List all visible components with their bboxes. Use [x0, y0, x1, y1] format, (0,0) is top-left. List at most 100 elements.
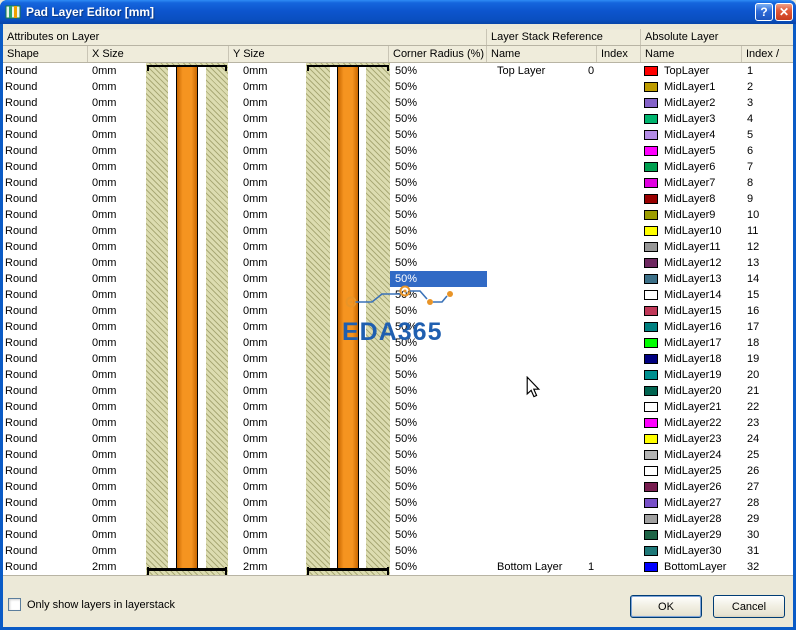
- layer-color-swatch[interactable]: [644, 514, 658, 524]
- cell-y-size[interactable]: 0mm: [243, 287, 301, 303]
- layer-color-swatch[interactable]: [644, 434, 658, 444]
- cell-corner-radius[interactable]: 50%: [390, 95, 487, 111]
- cell-x-size[interactable]: 0mm: [92, 351, 142, 367]
- cell-shape[interactable]: Round: [5, 319, 85, 335]
- cell-x-size[interactable]: 0mm: [92, 287, 142, 303]
- ok-button[interactable]: OK: [630, 595, 702, 618]
- table-row[interactable]: Round 0mm 0mm 50% MidLayer26 27: [3, 479, 793, 495]
- table-row[interactable]: Round 0mm 0mm 50% Top Layer 0 TopLayer 1: [3, 63, 793, 79]
- cell-y-size[interactable]: 0mm: [243, 143, 301, 159]
- layer-color-swatch[interactable]: [644, 178, 658, 188]
- cell-y-size[interactable]: 2mm: [243, 559, 301, 575]
- layer-color-swatch[interactable]: [644, 370, 658, 380]
- cell-x-size[interactable]: 0mm: [92, 143, 142, 159]
- cell-corner-radius[interactable]: 50%: [390, 223, 487, 239]
- cell-corner-radius[interactable]: 50%: [390, 543, 487, 559]
- table-row[interactable]: Round 0mm 0mm 50% MidLayer8 9: [3, 191, 793, 207]
- cell-y-size[interactable]: 0mm: [243, 431, 301, 447]
- cell-y-size[interactable]: 0mm: [243, 511, 301, 527]
- cell-x-size[interactable]: 0mm: [92, 383, 142, 399]
- layer-color-swatch[interactable]: [644, 66, 658, 76]
- layer-color-swatch[interactable]: [644, 338, 658, 348]
- layer-color-swatch[interactable]: [644, 258, 658, 268]
- layer-color-swatch[interactable]: [644, 530, 658, 540]
- cell-corner-radius[interactable]: 50%: [390, 559, 487, 575]
- column-header-stack-index[interactable]: Index: [597, 46, 641, 62]
- cell-corner-radius[interactable]: 50%: [390, 79, 487, 95]
- layer-color-swatch[interactable]: [644, 402, 658, 412]
- cell-shape[interactable]: Round: [5, 543, 85, 559]
- table-row[interactable]: Round 0mm 0mm 50% MidLayer5 6: [3, 143, 793, 159]
- cell-x-size[interactable]: 0mm: [92, 447, 142, 463]
- cell-y-size[interactable]: 0mm: [243, 543, 301, 559]
- table-row[interactable]: Round 0mm 0mm 50% MidLayer12 13: [3, 255, 793, 271]
- cell-x-size[interactable]: 0mm: [92, 463, 142, 479]
- cell-shape[interactable]: Round: [5, 287, 85, 303]
- close-button[interactable]: ✕: [775, 3, 793, 21]
- cell-corner-radius[interactable]: 50%: [390, 271, 487, 287]
- table-row[interactable]: Round 2mm 2mm 50% Bottom Layer 1 BottomLayer 32: [3, 559, 793, 575]
- cell-shape[interactable]: Round: [5, 207, 85, 223]
- layer-color-swatch[interactable]: [644, 274, 658, 284]
- cell-shape[interactable]: Round: [5, 447, 85, 463]
- cell-y-size[interactable]: 0mm: [243, 367, 301, 383]
- only-show-layers-checkbox[interactable]: Only show layers in layerstack: [8, 598, 175, 611]
- cell-corner-radius[interactable]: 50%: [390, 415, 487, 431]
- table-row[interactable]: Round 0mm 0mm 50% MidLayer25 26: [3, 463, 793, 479]
- table-row[interactable]: Round 0mm 0mm 50% MidLayer18 19: [3, 351, 793, 367]
- cell-corner-radius[interactable]: 50%: [390, 383, 487, 399]
- cell-x-size[interactable]: 0mm: [92, 63, 142, 79]
- table-row[interactable]: Round 0mm 0mm 50% MidLayer4 5: [3, 127, 793, 143]
- cell-x-size[interactable]: 0mm: [92, 415, 142, 431]
- cell-x-size[interactable]: 0mm: [92, 431, 142, 447]
- cell-y-size[interactable]: 0mm: [243, 207, 301, 223]
- cell-x-size[interactable]: 0mm: [92, 495, 142, 511]
- cell-corner-radius[interactable]: 50%: [390, 191, 487, 207]
- cancel-button[interactable]: Cancel: [713, 595, 785, 618]
- layer-color-swatch[interactable]: [644, 450, 658, 460]
- cell-corner-radius[interactable]: 50%: [390, 255, 487, 271]
- cell-x-size[interactable]: 0mm: [92, 399, 142, 415]
- cell-x-size[interactable]: 2mm: [92, 559, 142, 575]
- table-row[interactable]: Round 0mm 0mm 50% MidLayer7 8: [3, 175, 793, 191]
- cell-x-size[interactable]: 0mm: [92, 367, 142, 383]
- cell-x-size[interactable]: 0mm: [92, 271, 142, 287]
- cell-corner-radius[interactable]: 50%: [390, 319, 487, 335]
- layer-color-swatch[interactable]: [644, 242, 658, 252]
- cell-shape[interactable]: Round: [5, 431, 85, 447]
- cell-corner-radius[interactable]: 50%: [390, 63, 487, 79]
- cell-y-size[interactable]: 0mm: [243, 95, 301, 111]
- cell-y-size[interactable]: 0mm: [243, 415, 301, 431]
- cell-x-size[interactable]: 0mm: [92, 527, 142, 543]
- cell-corner-radius[interactable]: 50%: [390, 527, 487, 543]
- table-row[interactable]: Round 0mm 0mm 50% MidLayer2 3: [3, 95, 793, 111]
- layer-color-swatch[interactable]: [644, 82, 658, 92]
- layer-color-swatch[interactable]: [644, 482, 658, 492]
- cell-shape[interactable]: Round: [5, 383, 85, 399]
- layer-color-swatch[interactable]: [644, 194, 658, 204]
- cell-corner-radius[interactable]: 50%: [390, 447, 487, 463]
- cell-x-size[interactable]: 0mm: [92, 255, 142, 271]
- cell-y-size[interactable]: 0mm: [243, 271, 301, 287]
- cell-x-size[interactable]: 0mm: [92, 335, 142, 351]
- column-header-stack-name[interactable]: Name: [487, 46, 597, 62]
- cell-y-size[interactable]: 0mm: [243, 303, 301, 319]
- cell-shape[interactable]: Round: [5, 367, 85, 383]
- table-row[interactable]: Round 0mm 0mm 50% MidLayer20 21: [3, 383, 793, 399]
- cell-corner-radius[interactable]: 50%: [390, 127, 487, 143]
- cell-corner-radius[interactable]: 50%: [390, 111, 487, 127]
- cell-x-size[interactable]: 0mm: [92, 319, 142, 335]
- column-header-y-size[interactable]: Y Size: [229, 46, 389, 62]
- table-row[interactable]: Round 0mm 0mm 50% MidLayer24 25: [3, 447, 793, 463]
- cell-x-size[interactable]: 0mm: [92, 159, 142, 175]
- cell-y-size[interactable]: 0mm: [243, 111, 301, 127]
- layer-color-swatch[interactable]: [644, 546, 658, 556]
- cell-shape[interactable]: Round: [5, 479, 85, 495]
- layer-color-swatch[interactable]: [644, 290, 658, 300]
- cell-shape[interactable]: Round: [5, 159, 85, 175]
- cell-x-size[interactable]: 0mm: [92, 479, 142, 495]
- cell-corner-radius[interactable]: 50%: [390, 239, 487, 255]
- cell-corner-radius[interactable]: 50%: [390, 511, 487, 527]
- layer-color-swatch[interactable]: [644, 466, 658, 476]
- cell-shape[interactable]: Round: [5, 463, 85, 479]
